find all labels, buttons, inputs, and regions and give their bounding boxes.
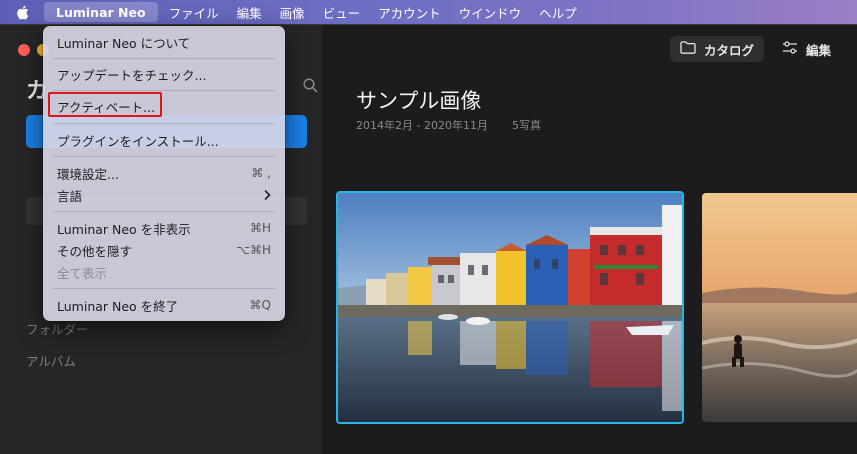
menu-item-quit-shortcut: ⌘Q <box>249 298 271 312</box>
menu-item-hide-app-label: Luminar Neo を非表示 <box>57 221 191 237</box>
menu-item-quit[interactable]: Luminar Neo を終了 ⌘Q <box>43 295 285 315</box>
menu-item-preferences-label: 環境設定... <box>57 166 119 182</box>
menu-separator <box>53 156 275 157</box>
sidebar-section-folders[interactable]: フォルダー <box>26 319 89 338</box>
folder-icon <box>680 41 696 57</box>
catalog-tab-label: カタログ <box>704 42 755 58</box>
menubar-app-name[interactable]: Luminar Neo <box>44 2 158 22</box>
chevron-right-icon <box>264 188 271 203</box>
catalog-tab[interactable]: カタログ <box>670 36 765 62</box>
menu-item-language-label: 言語 <box>57 188 83 204</box>
menu-item-about[interactable]: Luminar Neo について <box>43 32 285 52</box>
edit-tab[interactable]: 編集 <box>772 36 841 62</box>
sliders-icon <box>782 41 798 57</box>
menu-item-about-label: Luminar Neo について <box>57 35 191 51</box>
menu-separator <box>53 58 275 59</box>
gallery-subtitle: 2014年2月 - 2020年11月 5写真 <box>356 117 541 133</box>
menu-item-activate-label: アクティベート... <box>57 99 156 115</box>
menu-item-install-plugins-label: プラグインをインストール... <box>57 133 219 149</box>
menu-item-check-updates-label: アップデートをチェック... <box>57 67 207 83</box>
search-icon[interactable] <box>303 78 318 97</box>
gallery-date-range: 2014年2月 - 2020年11月 <box>356 119 488 132</box>
menubar-window[interactable]: ウインドウ <box>450 0 531 24</box>
edit-tab-label: 編集 <box>806 42 832 58</box>
gallery-title: サンプル画像 <box>356 89 482 113</box>
menu-item-hide-others-label: その他を隠す <box>57 243 133 259</box>
menu-item-show-all: 全て表示 <box>43 262 285 282</box>
apple-menu-icon[interactable] <box>0 0 44 24</box>
menu-item-activate[interactable]: アクティベート... <box>43 96 285 116</box>
menu-separator <box>53 90 275 91</box>
menubar-help[interactable]: ヘルプ <box>530 0 586 24</box>
menu-item-preferences-shortcut: ⌘ , <box>251 166 271 180</box>
menu-item-hide-others[interactable]: その他を隠す ⌥⌘H <box>43 240 285 260</box>
menubar-edit[interactable]: 編集 <box>228 0 271 24</box>
menu-separator <box>53 211 275 212</box>
menubar-view[interactable]: ビュー <box>314 0 370 24</box>
menu-item-hide-app[interactable]: Luminar Neo を非表示 ⌘H <box>43 218 285 238</box>
menu-item-hide-app-shortcut: ⌘H <box>249 221 271 235</box>
macos-menubar: Luminar Neo ファイル 編集 画像 ビュー アカウント ウインドウ ヘ… <box>0 0 857 24</box>
menu-separator <box>53 288 275 289</box>
menu-item-check-updates[interactable]: アップデートをチェック... <box>43 64 285 84</box>
menubar-file[interactable]: ファイル <box>160 0 228 24</box>
gallery-photo-count: 5写真 <box>511 119 541 132</box>
menubar-image[interactable]: 画像 <box>271 0 314 24</box>
menu-item-hide-others-shortcut: ⌥⌘H <box>236 243 271 257</box>
menu-item-language[interactable]: 言語 <box>43 185 285 205</box>
main-content: カタログ 編集 サンプル画像 2014年2月 - 2020年11月 5写真 <box>322 25 857 454</box>
menu-item-preferences[interactable]: 環境設定... ⌘ , <box>43 163 285 183</box>
app-dropdown-menu: Luminar Neo について アップデートをチェック... アクティベート.… <box>43 26 285 321</box>
menu-item-show-all-label: 全て表示 <box>57 265 108 281</box>
menu-separator <box>53 123 275 124</box>
menu-item-install-plugins[interactable]: プラグインをインストール... <box>43 130 285 150</box>
photo-thumbnail-sunset-beach[interactable] <box>702 193 857 422</box>
close-window-button[interactable] <box>18 44 30 56</box>
sidebar-section-albums[interactable]: アルバム <box>26 351 76 370</box>
menubar-account[interactable]: アカウント <box>369 0 450 24</box>
menu-item-quit-label: Luminar Neo を終了 <box>57 298 179 314</box>
photo-thumbnail-canal-houses[interactable] <box>336 191 684 424</box>
